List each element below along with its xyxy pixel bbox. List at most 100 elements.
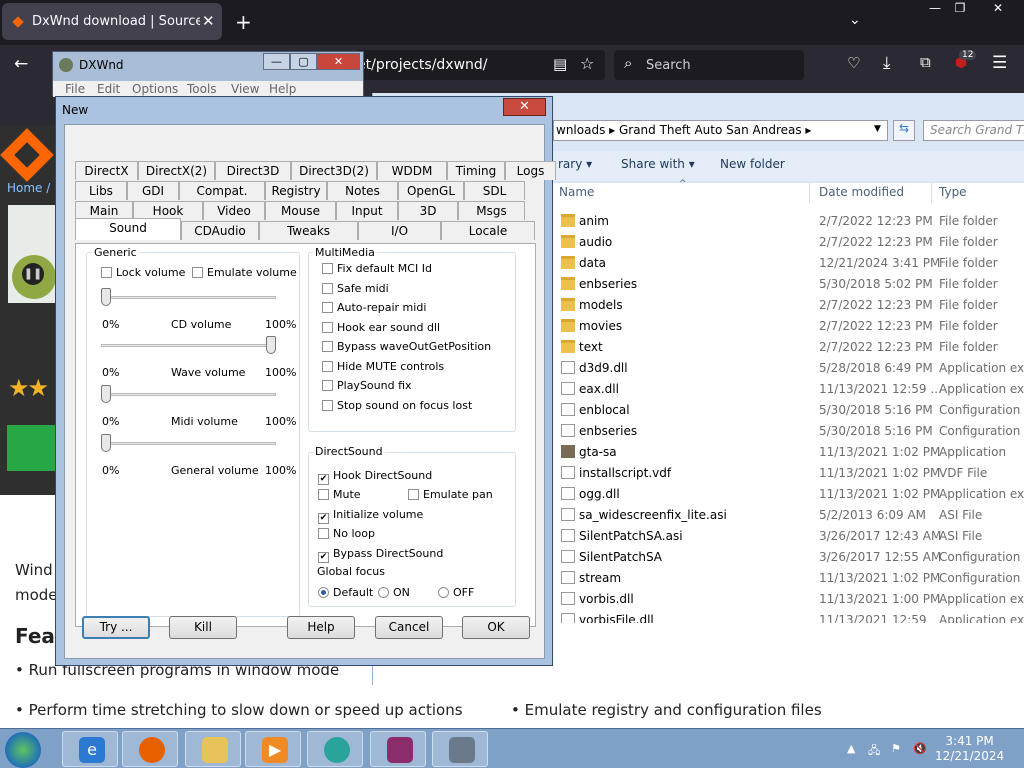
multimedia-option-checkbox[interactable]: Fix default MCI Id — [322, 262, 432, 275]
action-center-icon[interactable]: ⚑ — [891, 742, 901, 755]
search-box[interactable]: ⌕ Search — [614, 50, 804, 80]
tab-video[interactable]: Video — [203, 201, 265, 220]
slider-thumb[interactable] — [101, 434, 111, 452]
site-breadcrumb[interactable]: Home / — [7, 181, 50, 195]
tab-timing[interactable]: Timing — [447, 161, 505, 180]
taskbar-winrar[interactable] — [370, 731, 426, 767]
network-icon[interactable]: 🖧 — [868, 742, 880, 761]
slider-thumb[interactable] — [101, 385, 111, 403]
try-button[interactable]: Try ... — [82, 616, 150, 639]
browser-tab[interactable]: DxWnd download | SourceForge ✕ — [2, 3, 222, 40]
new-tab-button[interactable]: + — [235, 10, 252, 34]
volume-slider[interactable] — [101, 385, 276, 405]
tab-sdl[interactable]: SDL — [464, 181, 525, 200]
multimedia-option-checkbox[interactable]: PlaySound fix — [322, 379, 412, 392]
tab-directx-2[interactable]: DirectX(2) — [138, 161, 215, 180]
dxwnd-minimize-button[interactable]: — — [263, 53, 290, 70]
tab-opengl[interactable]: OpenGL — [398, 181, 464, 200]
emulate-pan-checkbox[interactable]: Emulate pan — [408, 488, 493, 501]
focus-on-radio[interactable]: ON — [378, 586, 410, 599]
tab-directx[interactable]: DirectX — [75, 161, 138, 180]
menu-tools[interactable]: Tools — [187, 82, 217, 96]
tab-direct3d[interactable]: Direct3D — [215, 161, 291, 180]
back-arrow-icon[interactable]: ← — [14, 54, 28, 74]
tab-msgs[interactable]: Msgs — [458, 201, 525, 220]
menu-edit[interactable]: Edit — [97, 82, 120, 96]
column-separator[interactable] — [809, 183, 810, 203]
restore-button[interactable]: ❐ — [945, 0, 975, 16]
menu-help[interactable]: Help — [269, 82, 296, 96]
slider-thumb[interactable] — [101, 288, 111, 306]
dxwnd-maximize-button[interactable]: ▢ — [290, 53, 317, 70]
explorer-address-bar[interactable]: wnloads ▸ Grand Theft Auto San Andreas ▸… — [553, 120, 888, 141]
multimedia-option-checkbox[interactable]: Bypass waveOutGetPosition — [322, 340, 491, 353]
taskbar-dxwnd[interactable] — [432, 731, 488, 767]
column-date-modified[interactable]: Date modified — [819, 185, 904, 199]
emulate-volume-checkbox[interactable]: Emulate volume — [192, 266, 297, 279]
tab-sound[interactable]: Sound — [75, 218, 181, 240]
tab-3d[interactable]: 3D — [398, 201, 458, 220]
multimedia-option-checkbox[interactable]: Stop sound on focus lost — [322, 399, 472, 412]
dxwnd-close-button[interactable]: ✕ — [317, 53, 360, 70]
tab-registry[interactable]: Registry — [265, 181, 327, 200]
focus-default-radio[interactable]: Default — [318, 586, 373, 599]
lock-volume-checkbox[interactable]: Lock volume — [101, 266, 185, 279]
download-button[interactable] — [7, 425, 57, 471]
tab-libs[interactable]: Libs — [75, 181, 127, 200]
volume-slider[interactable] — [101, 434, 276, 454]
focus-off-radio[interactable]: OFF — [438, 586, 474, 599]
tab-close-icon[interactable]: ✕ — [202, 12, 215, 30]
ok-button[interactable]: OK — [462, 616, 530, 639]
bookmark-star-icon[interactable]: ☆ — [580, 54, 594, 73]
extensions-icon[interactable]: ⧉ — [920, 53, 931, 71]
tab-logs[interactable]: Logs — [505, 161, 556, 180]
tab-direct3d-2[interactable]: Direct3D(2) — [291, 161, 377, 180]
close-window-button[interactable]: ✕ — [983, 0, 1013, 16]
system-clock[interactable]: 3:41 PM 12/21/2024 — [935, 734, 1004, 764]
tab-gdi[interactable]: GDI — [127, 181, 179, 200]
start-button[interactable] — [5, 732, 41, 768]
tab-i-o[interactable]: I/O — [358, 221, 441, 240]
dialog-close-button[interactable]: ✕ — [503, 98, 546, 116]
new-folder-button[interactable]: New folder — [720, 157, 785, 171]
multimedia-option-checkbox[interactable]: Hook ear sound dll — [322, 321, 440, 334]
tab-cdaudio[interactable]: CDAudio — [181, 221, 259, 240]
refresh-icon[interactable]: ⇆ — [893, 120, 915, 141]
bypass-directsound-checkbox[interactable]: ✔ Bypass DirectSound — [318, 547, 443, 563]
taskbar-app[interactable] — [307, 731, 363, 767]
tab-mouse[interactable]: Mouse — [265, 201, 336, 220]
tray-expand-icon[interactable]: ▲ — [847, 742, 855, 755]
multimedia-option-checkbox[interactable]: Safe midi — [322, 282, 389, 295]
reader-view-icon[interactable]: ▤ — [553, 55, 567, 73]
cancel-button[interactable]: Cancel — [375, 616, 443, 639]
help-button[interactable]: Help — [287, 616, 355, 639]
menu-view[interactable]: View — [231, 82, 259, 96]
address-dropdown-icon[interactable]: ▼ — [874, 124, 881, 134]
tab-tweaks[interactable]: Tweaks — [259, 221, 358, 240]
tab-compat[interactable]: Compat. — [179, 181, 265, 200]
mute-checkbox[interactable]: Mute — [318, 488, 361, 501]
share-with-button[interactable]: Share with ▾ — [621, 157, 695, 171]
tab-input[interactable]: Input — [336, 201, 398, 220]
tab-locale[interactable]: Locale — [441, 221, 535, 240]
explorer-search-field[interactable]: Search Grand The... — [923, 120, 1024, 141]
column-name[interactable]: Name — [559, 185, 594, 199]
pocket-icon[interactable]: ♡ — [847, 54, 860, 72]
menu-hamburger-icon[interactable]: ☰ — [992, 53, 1007, 73]
include-in-library-button[interactable]: rary ▾ — [558, 157, 592, 171]
hook-directsound-checkbox[interactable]: ✔ Hook DirectSound — [318, 469, 432, 485]
tab-list-chevron-icon[interactable]: ⌄ — [849, 12, 861, 28]
taskbar-ie[interactable]: e — [62, 731, 118, 767]
column-separator[interactable] — [931, 183, 932, 203]
volume-muted-icon[interactable]: 🔇 — [913, 742, 927, 755]
initialize-volume-checkbox[interactable]: ✔ Initialize volume — [318, 508, 423, 524]
column-type[interactable]: Type — [939, 185, 967, 199]
multimedia-option-checkbox[interactable]: Hide MUTE controls — [322, 360, 444, 373]
tab-notes[interactable]: Notes — [327, 181, 398, 200]
downloads-icon[interactable]: ⤓ — [883, 53, 891, 73]
taskbar-firefox[interactable] — [122, 731, 178, 767]
tab-wddm[interactable]: WDDM — [377, 161, 447, 180]
taskbar-media[interactable]: ▶ — [245, 731, 301, 767]
address-bar[interactable]: et/projects/dxwnd/ ▤ ☆ — [355, 50, 605, 80]
volume-slider[interactable] — [101, 336, 276, 356]
